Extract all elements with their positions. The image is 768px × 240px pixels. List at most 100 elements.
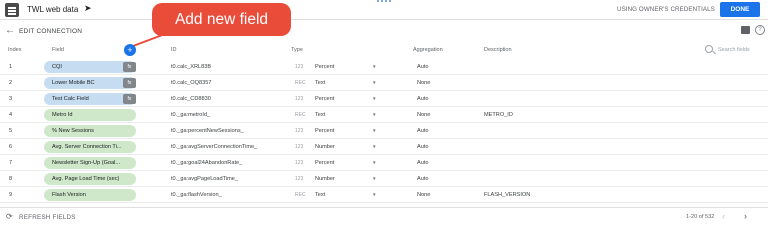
- column-header-index[interactable]: Index: [8, 47, 21, 53]
- column-header-description[interactable]: Description: [484, 47, 512, 53]
- column-header-id[interactable]: ID: [171, 47, 177, 53]
- calculated-field-icon[interactable]: fx: [123, 94, 136, 104]
- field-name-chip[interactable]: Metro Id: [44, 109, 136, 121]
- chevron-down-icon[interactable]: ▾: [373, 96, 376, 102]
- refresh-icon[interactable]: ⟳: [6, 212, 13, 221]
- data-source-title[interactable]: TWL web data: [27, 5, 78, 14]
- table-row[interactable]: 1 CQI fx t0.calc_XRL83B 123 Percent ▾ Auto: [0, 59, 768, 75]
- previous-page-icon[interactable]: ‹: [722, 211, 725, 221]
- field-id: t0._ga:metroId_: [171, 112, 211, 118]
- description-field[interactable]: FLASH_VERSION: [484, 192, 530, 198]
- aggregation-select[interactable]: None: [417, 112, 430, 118]
- table-row[interactable]: 6 Avg. Server Connection Ti... t0._ga:avgS…: [0, 139, 768, 155]
- pagination-info: 1-20 of 532: [686, 214, 715, 220]
- comment-icon[interactable]: [741, 26, 750, 34]
- table-row[interactable]: 3 Test Calc Field fx t0.calc_CD8830 123 Perce…: [0, 91, 768, 107]
- done-button[interactable]: DONE: [720, 2, 760, 17]
- type-icon: 123: [295, 96, 304, 102]
- back-arrow-icon[interactable]: ←: [5, 25, 15, 36]
- type-icon: REC: [295, 112, 306, 118]
- field-id: t0._ga:flashVersion_: [171, 192, 222, 198]
- aggregation-select[interactable]: Auto: [417, 96, 429, 102]
- field-name-chip[interactable]: Avg. Server Connection Ti...: [44, 141, 136, 153]
- row-index: 4: [9, 112, 13, 118]
- aggregation-select[interactable]: None: [417, 80, 430, 86]
- add-field-button[interactable]: +: [124, 44, 136, 56]
- next-page-icon[interactable]: ›: [744, 211, 747, 221]
- type-select[interactable]: Number: [315, 176, 335, 182]
- column-header-type[interactable]: Type: [291, 47, 303, 53]
- aggregation-select[interactable]: None: [417, 192, 430, 198]
- aggregation-select[interactable]: Auto: [417, 128, 429, 134]
- aggregation-select[interactable]: Auto: [417, 144, 429, 150]
- type-icon: 123: [295, 144, 304, 150]
- chevron-down-icon[interactable]: ▾: [373, 192, 376, 198]
- type-select[interactable]: Text: [315, 192, 325, 198]
- type-select[interactable]: Percent: [315, 128, 334, 134]
- row-index: 8: [9, 176, 13, 182]
- description-field[interactable]: METRO_ID: [484, 112, 513, 118]
- row-index: 9: [9, 192, 13, 198]
- edit-connection-bar: ← EDIT CONNECTION ?: [0, 22, 768, 40]
- column-header-aggregation[interactable]: Aggregation: [413, 47, 443, 53]
- table-row[interactable]: 2 Lower Mobile BC fx t0.calc_OQ8357 REC Text ▾…: [0, 75, 768, 91]
- table-row[interactable]: 7 Newsletter Sign-Up (Goal... t0._ga:goal2…: [0, 155, 768, 171]
- refresh-fields-button[interactable]: REFRESH FIELDS: [19, 214, 76, 221]
- aggregation-select[interactable]: Auto: [417, 160, 429, 166]
- aggregation-select[interactable]: Auto: [417, 64, 429, 70]
- field-name-chip[interactable]: % New Sessions: [44, 125, 136, 137]
- field-id: t0._ga:avgServerConnectionTime_: [171, 144, 258, 150]
- search-fields-input[interactable]: Search fields: [718, 47, 750, 53]
- row-index: 6: [9, 144, 13, 150]
- type-select[interactable]: Text: [315, 80, 325, 86]
- owner-credentials-button[interactable]: USING OWNER'S CREDENTIALS: [617, 6, 715, 13]
- field-id: t0._ga:percentNewSessions_: [171, 128, 244, 134]
- field-id: t0.calc_OQ8357: [171, 80, 212, 86]
- type-icon: REC: [295, 80, 306, 86]
- type-icon: REC: [295, 192, 306, 198]
- help-icon[interactable]: ?: [755, 25, 765, 35]
- row-index: 1: [9, 64, 13, 70]
- column-header-field[interactable]: Field: [52, 47, 64, 53]
- chevron-down-icon[interactable]: ▾: [373, 64, 376, 70]
- edit-connection-button[interactable]: EDIT CONNECTION: [19, 28, 82, 35]
- table-row[interactable]: 9 Flash Version t0._ga:flashVersion_ REC Tex…: [0, 187, 768, 203]
- row-index: 2: [9, 80, 13, 86]
- chevron-down-icon[interactable]: ▾: [373, 112, 376, 118]
- mouse-cursor-icon: ➤: [84, 3, 92, 13]
- chevron-down-icon[interactable]: ▾: [373, 160, 376, 166]
- field-id: t0._ga:avgPageLoadTime_: [171, 176, 238, 182]
- menu-icon[interactable]: [5, 3, 19, 17]
- chevron-down-icon[interactable]: ▾: [373, 144, 376, 150]
- footer-bar: ⟳ REFRESH FIELDS 1-20 of 532 ‹ ›: [0, 207, 768, 224]
- table-row[interactable]: 4 Metro Id t0._ga:metroId_ REC Text ▾ None METR…: [0, 107, 768, 123]
- field-name-chip[interactable]: Avg. Page Load Time (sec): [44, 173, 136, 185]
- type-icon: 123: [295, 128, 304, 134]
- row-index: 7: [9, 160, 13, 166]
- top-bar: TWL web data ➤ USING OWNER'S CREDENTIALS…: [0, 0, 768, 20]
- table-header: Index Field ID Type Aggregation Descript…: [0, 43, 768, 57]
- type-select[interactable]: Percent: [315, 64, 334, 70]
- chevron-down-icon[interactable]: ▾: [373, 128, 376, 134]
- type-select[interactable]: Text: [315, 112, 325, 118]
- field-name-chip[interactable]: Flash Version: [44, 189, 136, 201]
- type-select[interactable]: Percent: [315, 96, 334, 102]
- type-icon: 123: [295, 160, 304, 166]
- field-id: t0.calc_XRL83B: [171, 64, 212, 70]
- table-row[interactable]: 8 Avg. Page Load Time (sec) t0._ga:avgPage…: [0, 171, 768, 187]
- type-select[interactable]: Percent: [315, 160, 334, 166]
- field-id: t0.calc_CD8830: [171, 96, 211, 102]
- row-index: 3: [9, 96, 13, 102]
- search-icon[interactable]: [705, 45, 713, 53]
- table-row[interactable]: 5 % New Sessions t0._ga:percentNewSessions…: [0, 123, 768, 139]
- type-icon: 123: [295, 64, 304, 70]
- chevron-down-icon[interactable]: ▾: [373, 176, 376, 182]
- chevron-down-icon[interactable]: ▾: [373, 80, 376, 86]
- type-select[interactable]: Number: [315, 144, 335, 150]
- field-id: t0._ga:goal24AbandonRate_: [171, 160, 243, 166]
- calculated-field-icon[interactable]: fx: [123, 78, 136, 88]
- calculated-field-icon[interactable]: fx: [123, 62, 136, 72]
- field-name-chip[interactable]: Newsletter Sign-Up (Goal...: [44, 157, 136, 169]
- aggregation-select[interactable]: Auto: [417, 176, 429, 182]
- loading-indicator: [377, 0, 391, 2]
